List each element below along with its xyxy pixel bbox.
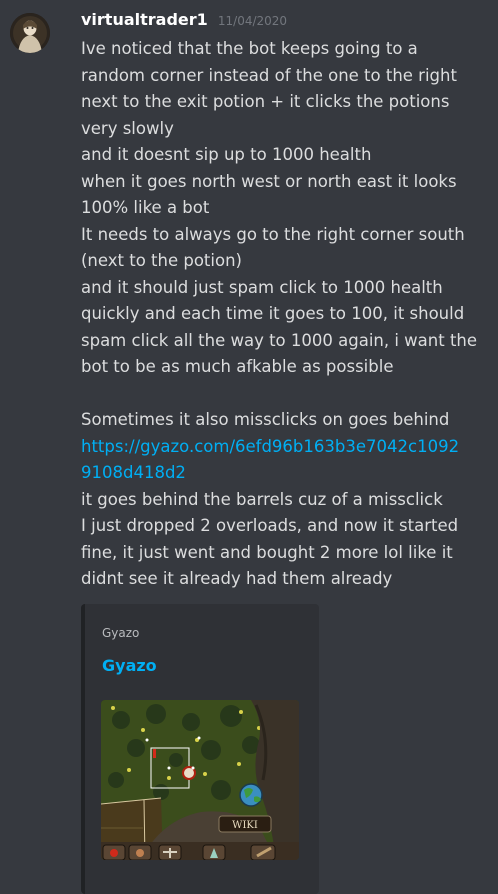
message-line: random corner instead of the one to the … xyxy=(81,65,457,85)
message-line: fine, it just went and bought 2 more lol… xyxy=(81,542,453,562)
message-line: quickly and each time it goes to 100, it… xyxy=(81,304,465,323)
message-line: didnt see it already had them already xyxy=(81,569,393,588)
embed-thumbnail[interactable]: WIKI xyxy=(101,700,299,860)
message-line: I just dropped 2 overloads, and now it s… xyxy=(81,516,459,535)
message-line: spam click all the way to 1000 again, i … xyxy=(81,330,478,350)
message-line: (next to the potion) xyxy=(81,251,242,270)
message-header: virtualtrader1 11/04/2020 xyxy=(81,10,287,29)
avatar-image xyxy=(10,13,50,53)
message-line: 100% like a bot xyxy=(81,198,210,217)
message-line: very slowly xyxy=(81,118,174,138)
link-embed: Gyazo Gyazo WIKI xyxy=(81,604,319,894)
message-line: Ive noticed that the bot keeps going to … xyxy=(81,39,418,58)
username[interactable]: virtualtrader1 xyxy=(81,10,208,29)
embed-title[interactable]: Gyazo xyxy=(102,656,157,675)
timestamp: 11/04/2020 xyxy=(217,14,288,28)
message-line: and it doesnt sip up to 1000 health xyxy=(81,145,372,164)
message-line: when it goes north west or north east it… xyxy=(81,171,457,191)
message-line: it goes behind the barrels cuz of a miss… xyxy=(81,489,443,509)
message-line: next to the exit potion + it clicks the … xyxy=(81,92,450,111)
message-line: and it should just spam click to 1000 he… xyxy=(81,277,443,297)
message-line: Sometimes it also missclicks on goes beh… xyxy=(81,410,450,429)
embed-provider[interactable]: Gyazo xyxy=(102,626,139,640)
message-content: Ive noticed that the bot keeps going to … xyxy=(81,36,478,593)
message-line: bot to be as much afkable as possible xyxy=(81,357,394,376)
chat-message: virtualtrader1 11/04/2020 Ive noticed th… xyxy=(0,0,498,894)
gyazo-link[interactable]: https://gyazo.com/6efd96b163b3e7042c1092 xyxy=(81,434,476,461)
wiki-badge-label: WIKI xyxy=(232,820,258,831)
gyazo-link-continued[interactable]: 9108d418d2 xyxy=(81,460,476,487)
avatar[interactable] xyxy=(10,13,50,53)
game-screenshot-image: WIKI xyxy=(101,700,299,860)
message-line: It needs to always go to the right corne… xyxy=(81,224,465,244)
